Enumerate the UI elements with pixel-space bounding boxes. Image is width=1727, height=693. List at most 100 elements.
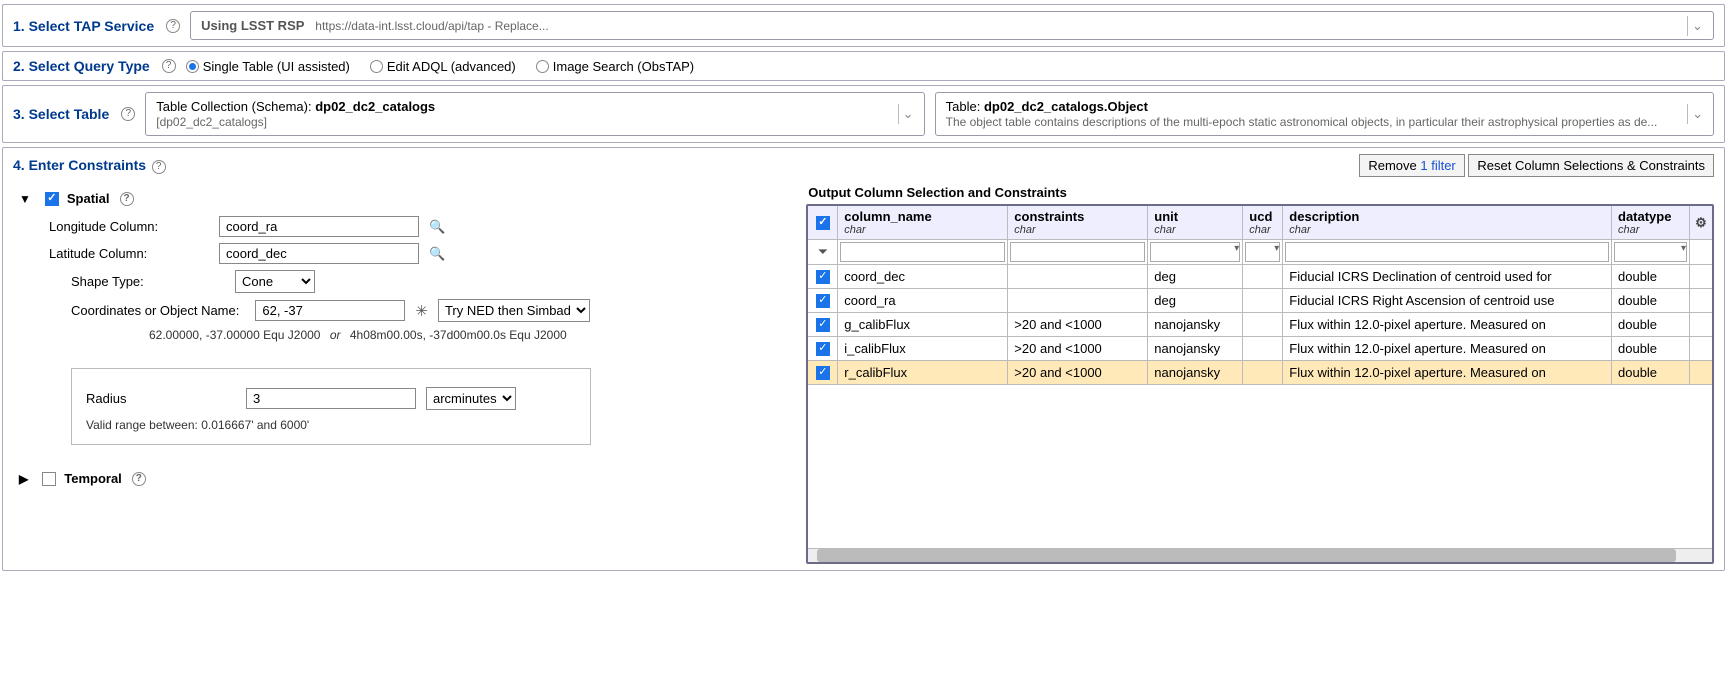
table-row[interactable]: ✓coord_decdegFiducial ICRS Declination o… <box>808 265 1712 289</box>
header-datatype[interactable]: datatype char <box>1612 206 1690 239</box>
funnel-icon[interactable]: ⏷ <box>818 244 828 260</box>
help-icon[interactable]: ? <box>121 107 135 121</box>
filter-datatype[interactable] <box>1614 242 1687 262</box>
radio-label: Edit ADQL (advanced) <box>387 59 516 74</box>
table-row[interactable]: ✓r_calibFlux>20 and <1000nanojanskyFlux … <box>808 361 1712 385</box>
chevron-down-icon[interactable]: ⌄ <box>898 104 918 124</box>
spatial-checkbox[interactable]: ✓ <box>45 192 59 206</box>
step4-label: 4. Enter Constraints <box>13 157 146 173</box>
header-unit[interactable]: unit char <box>1148 206 1243 239</box>
cell-constraints[interactable]: >20 and <1000 <box>1008 337 1148 360</box>
spatial-title: Spatial <box>67 191 110 206</box>
temporal-section-head: ▶ Temporal ? <box>19 471 786 486</box>
row-checkbox[interactable]: ✓ <box>816 342 830 356</box>
cell-ucd <box>1243 313 1283 336</box>
cell-description: Fiducial ICRS Right Ascension of centroi… <box>1283 289 1612 312</box>
shape-label: Shape Type: <box>71 274 219 289</box>
header-constraints[interactable]: constraints char <box>1008 206 1148 239</box>
name-resolver-select[interactable]: Try NED then Simbad <box>438 299 590 322</box>
table-row[interactable]: ✓i_calibFlux>20 and <1000nanojanskyFlux … <box>808 337 1712 361</box>
reset-columns-button[interactable]: Reset Column Selections & Constraints <box>1468 154 1714 177</box>
table-row[interactable]: ✓coord_radegFiducial ICRS Right Ascensio… <box>808 289 1712 313</box>
table-select[interactable]: Table: dp02_dc2_catalogs.Object The obje… <box>935 92 1714 136</box>
help-icon[interactable]: ? <box>152 160 166 174</box>
disclosure-triangle-icon[interactable]: ▼ <box>19 192 31 206</box>
shape-type-select[interactable]: Cone <box>235 270 315 293</box>
grid-filter-row: ⏷ <box>808 240 1712 265</box>
help-icon[interactable]: ? <box>162 59 176 73</box>
chevron-down-icon[interactable]: ⌄ <box>1687 16 1707 36</box>
filter-column-name[interactable] <box>840 242 1005 262</box>
cell-constraints[interactable] <box>1008 289 1148 312</box>
temporal-checkbox[interactable] <box>42 472 56 486</box>
radio-icon <box>186 60 199 73</box>
radius-label: Radius <box>86 391 236 406</box>
cell-constraints[interactable]: >20 and <1000 <box>1008 313 1148 336</box>
row-checkbox[interactable]: ✓ <box>816 366 830 380</box>
lon-column-input[interactable] <box>219 216 419 237</box>
radio-label: Single Table (UI assisted) <box>203 59 350 74</box>
row-checkbox[interactable]: ✓ <box>816 318 830 332</box>
help-icon[interactable]: ? <box>132 472 146 486</box>
radius-valid-range: Valid range between: 0.016667' and 6000' <box>86 418 576 432</box>
cell-unit: nanojansky <box>1148 361 1243 384</box>
row-checkbox[interactable]: ✓ <box>816 294 830 308</box>
cell-constraints[interactable] <box>1008 265 1148 288</box>
remove-link: 1 filter <box>1420 158 1455 173</box>
step2-section: 2. Select Query Type ? Single Table (UI … <box>2 51 1725 81</box>
header-column-name[interactable]: column_name char <box>838 206 1008 239</box>
cell-ucd <box>1243 361 1283 384</box>
step1-section: 1. Select TAP Service ? Using LSST RSP h… <box>2 4 1725 47</box>
radio-icon <box>536 60 549 73</box>
target-icon[interactable]: ✳ <box>415 302 428 320</box>
coord-input[interactable] <box>255 300 405 321</box>
tap-prefix: Using LSST RSP <box>201 18 304 33</box>
remove-filter-button[interactable]: Remove 1 filter <box>1359 154 1464 177</box>
cell-ucd <box>1243 265 1283 288</box>
schema-select[interactable]: Table Collection (Schema): dp02_dc2_cata… <box>145 92 924 136</box>
search-icon[interactable]: 🔍 <box>429 219 445 235</box>
disclosure-triangle-icon[interactable]: ▶ <box>19 472 28 486</box>
schema-title: Table Collection (Schema): <box>156 99 311 114</box>
cell-description: Flux within 12.0-pixel aperture. Measure… <box>1283 337 1612 360</box>
filter-ucd[interactable] <box>1245 242 1280 262</box>
filter-description[interactable] <box>1285 242 1609 262</box>
cell-constraints[interactable]: >20 and <1000 <box>1008 361 1148 384</box>
coord-hint-a: 62.00000, -37.00000 Equ J2000 <box>149 328 320 342</box>
chevron-down-icon[interactable]: ⌄ <box>1687 104 1707 124</box>
horizontal-scrollbar[interactable] <box>808 548 1712 562</box>
columns-grid: ✓ column_name char constraints char unit… <box>806 204 1714 564</box>
output-columns-pane: Output Column Selection and Constraints … <box>806 185 1714 564</box>
radio-edit-adql[interactable]: Edit ADQL (advanced) <box>370 59 516 74</box>
gear-icon[interactable]: ⚙ <box>1695 215 1707 231</box>
cell-unit: nanojansky <box>1148 313 1243 336</box>
radius-input[interactable] <box>246 388 416 409</box>
cell-datatype: double <box>1612 289 1690 312</box>
radius-unit-select[interactable]: arcminutes <box>426 387 516 410</box>
remove-prefix: Remove <box>1368 158 1420 173</box>
table-row[interactable]: ✓g_calibFlux>20 and <1000nanojanskyFlux … <box>808 313 1712 337</box>
grid-body[interactable]: ✓coord_decdegFiducial ICRS Declination o… <box>808 265 1712 548</box>
step3-section: 3. Select Table ? Table Collection (Sche… <box>2 85 1725 143</box>
header-description[interactable]: description char <box>1283 206 1612 239</box>
constraints-left-pane: ▼ ✓ Spatial ? Longitude Column: 🔍 Latitu… <box>13 185 786 496</box>
cell-datatype: double <box>1612 313 1690 336</box>
cell-description: Flux within 12.0-pixel aperture. Measure… <box>1283 361 1612 384</box>
select-all-checkbox[interactable]: ✓ <box>816 216 830 230</box>
filter-unit[interactable] <box>1150 242 1240 262</box>
cell-datatype: double <box>1612 337 1690 360</box>
help-icon[interactable]: ? <box>166 19 180 33</box>
search-icon[interactable]: 🔍 <box>429 246 445 262</box>
radio-single-table[interactable]: Single Table (UI assisted) <box>186 59 350 74</box>
help-icon[interactable]: ? <box>120 192 134 206</box>
row-checkbox[interactable]: ✓ <box>816 270 830 284</box>
tap-service-select[interactable]: Using LSST RSP https://data-int.lsst.clo… <box>190 11 1714 40</box>
filter-constraints[interactable] <box>1010 242 1145 262</box>
radio-image-search[interactable]: Image Search (ObsTAP) <box>536 59 694 74</box>
cell-datatype: double <box>1612 265 1690 288</box>
header-ucd[interactable]: ucd char <box>1243 206 1283 239</box>
cell-description: Fiducial ICRS Declination of centroid us… <box>1283 265 1612 288</box>
cell-datatype: double <box>1612 361 1690 384</box>
lat-column-input[interactable] <box>219 243 419 264</box>
grid-header-row: ✓ column_name char constraints char unit… <box>808 206 1712 240</box>
